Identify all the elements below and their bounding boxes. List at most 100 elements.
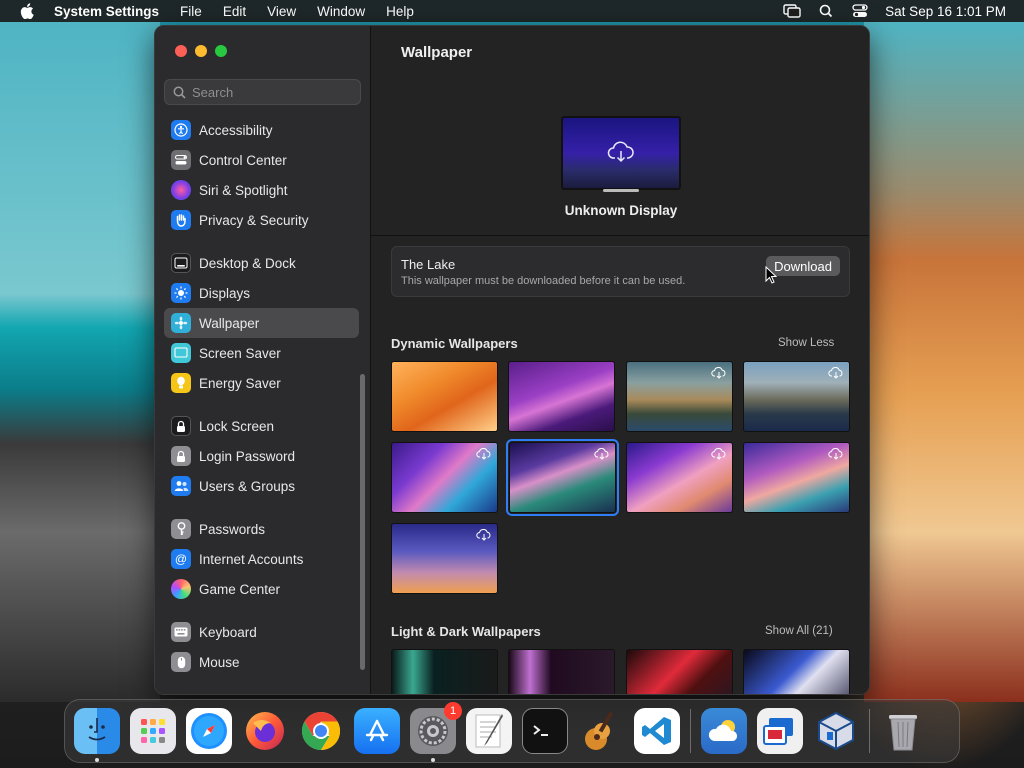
dock-safari[interactable] <box>186 708 232 754</box>
sidebar-item-passwords[interactable]: Passwords <box>164 514 359 544</box>
lock-screen-icon <box>171 416 191 436</box>
dock-firefox[interactable] <box>242 708 288 754</box>
system-settings-window: Search Accessibility Control Center Siri… <box>154 25 870 695</box>
sidebar-item-energy-saver[interactable]: Energy Saver <box>164 368 359 398</box>
menu-window[interactable]: Window <box>317 4 365 19</box>
sidebar-item-displays[interactable]: Displays <box>164 278 359 308</box>
sidebar-item-accessibility[interactable]: Accessibility <box>164 115 359 145</box>
chrome-icon <box>301 711 341 751</box>
sidebar-item-lock-screen[interactable]: Lock Screen <box>164 411 359 441</box>
dock-finder[interactable] <box>74 708 120 762</box>
minimize-button[interactable] <box>195 45 207 57</box>
sidebar-item-siri-spotlight[interactable]: Siri & Spotlight <box>164 175 359 205</box>
search-input[interactable]: Search <box>164 79 361 105</box>
wallpaper-icon <box>171 313 191 333</box>
wallpaper-thumbnail-light-dark-3[interactable] <box>626 649 733 694</box>
sidebar-item-label: Control Center <box>199 152 287 168</box>
dock-launchpad[interactable] <box>130 708 176 754</box>
menu-help[interactable]: Help <box>386 4 414 19</box>
sidebar-item-control-center[interactable]: Control Center <box>164 145 359 175</box>
sidebar-scrollbar[interactable] <box>360 374 365 670</box>
running-indicator <box>95 758 99 762</box>
sidebar-item-desktop-dock[interactable]: Desktop & Dock <box>164 248 359 278</box>
menu-clock[interactable]: Sat Sep 16 1:01 PM <box>885 4 1006 19</box>
wallpaper-thumbnail-shore[interactable] <box>743 442 850 513</box>
running-indicator <box>431 758 435 762</box>
display-preview[interactable] <box>561 116 681 190</box>
page-title: Wallpaper <box>401 44 473 61</box>
sidebar-item-wallpaper[interactable]: Wallpaper <box>164 308 359 338</box>
display-preview-area: Unknown Display <box>371 76 869 236</box>
wallpaper-thumbnail-light-dark-1[interactable] <box>391 649 498 694</box>
launchpad-icon <box>141 719 165 743</box>
dock-vscode[interactable] <box>634 708 680 754</box>
screen-saver-icon <box>171 343 191 363</box>
sidebar-item-keyboard[interactable]: Keyboard <box>164 617 359 647</box>
sidebar-item-users-groups[interactable]: Users & Groups <box>164 471 359 501</box>
sidebar-item-mouse[interactable]: Mouse <box>164 647 359 677</box>
wallpaper-thumbnail-valley[interactable] <box>626 442 733 513</box>
close-button[interactable] <box>175 45 187 57</box>
wallpaper-thumbnail-ventura[interactable] <box>391 361 498 432</box>
sidebar-item-label: Privacy & Security <box>199 212 309 228</box>
wallpaper-thumbnail-light-dark-4[interactable] <box>743 649 850 694</box>
displays-icon <box>171 283 191 303</box>
cloud-download-icon <box>476 529 491 541</box>
dock-app-store[interactable] <box>354 708 400 754</box>
sidebar-item-label: Internet Accounts <box>199 551 304 567</box>
sidebar-item-login-password[interactable]: Login Password <box>164 441 359 471</box>
dock-garageband[interactable] <box>578 708 624 754</box>
energy-saver-icon <box>171 373 191 393</box>
dock-remote-desktop[interactable] <box>757 708 803 754</box>
sidebar-item-label: Passwords <box>199 521 266 537</box>
menu-app-name[interactable]: System Settings <box>54 4 159 19</box>
dock-system-settings[interactable]: 1 <box>410 702 462 762</box>
menu-edit[interactable]: Edit <box>223 4 246 19</box>
sidebar-item-internet-accounts[interactable]: @ Internet Accounts <box>164 544 359 574</box>
spotlight-search-icon[interactable] <box>817 4 835 18</box>
dock-trash[interactable] <box>880 708 926 754</box>
wallpaper-thumbnail-catalina-island[interactable] <box>743 361 850 432</box>
wallpaper-thumbnail-the-lake[interactable] <box>506 439 619 516</box>
search-placeholder: Search <box>192 84 234 100</box>
sidebar-item-label: Users & Groups <box>199 478 296 494</box>
finder-icon <box>88 718 106 741</box>
dock-textedit[interactable] <box>466 708 512 754</box>
sidebar-item-game-center[interactable]: Game Center <box>164 574 359 604</box>
zoom-button[interactable] <box>215 45 227 57</box>
notification-badge: 1 <box>444 702 462 720</box>
apple-menu-icon[interactable] <box>20 3 34 19</box>
screen-mirroring-icon[interactable] <box>783 4 801 18</box>
sidebar-item-label: Game Center <box>199 581 281 597</box>
siri-icon <box>171 180 191 200</box>
wallpaper-thumbnail-catalina[interactable] <box>626 361 733 432</box>
menu-file[interactable]: File <box>180 4 202 19</box>
wallpaper-thumbnail-monterey[interactable] <box>508 361 615 432</box>
dock-virtualbox[interactable] <box>813 708 859 754</box>
virtualbox-icon <box>818 711 854 751</box>
keyboard-icon <box>171 622 191 642</box>
terminal-icon <box>533 725 548 736</box>
download-button[interactable]: Download <box>766 256 840 276</box>
sidebar-item-label: Screen Saver <box>199 345 281 361</box>
sidebar-item-label: Keyboard <box>199 624 257 640</box>
sidebar-item-label: Login Password <box>199 448 296 464</box>
wallpaper-thumbnail-peak[interactable] <box>391 442 498 513</box>
control-center-menu-icon[interactable] <box>851 4 869 18</box>
monitor-stand <box>603 189 639 192</box>
dock-chrome[interactable] <box>298 708 344 754</box>
wallpaper-thumbnail-horizon[interactable] <box>391 523 498 594</box>
sidebar-item-screen-saver[interactable]: Screen Saver <box>164 338 359 368</box>
sidebar-item-label: Displays <box>199 285 251 301</box>
dock-terminal[interactable] <box>522 708 568 754</box>
show-all-link[interactable]: Show All (21) <box>765 625 833 637</box>
search-icon <box>173 86 186 99</box>
dock-weather[interactable] <box>701 708 747 754</box>
wallpaper-thumbnail-light-dark-2[interactable] <box>508 649 615 694</box>
sidebar-item-privacy-security[interactable]: Privacy & Security <box>164 205 359 235</box>
cloud-download-icon <box>828 448 843 460</box>
menu-view[interactable]: View <box>267 4 296 19</box>
garageband-icon <box>585 711 614 750</box>
show-less-link[interactable]: Show Less <box>778 337 834 349</box>
desktop-wallpaper-right <box>864 22 1024 702</box>
